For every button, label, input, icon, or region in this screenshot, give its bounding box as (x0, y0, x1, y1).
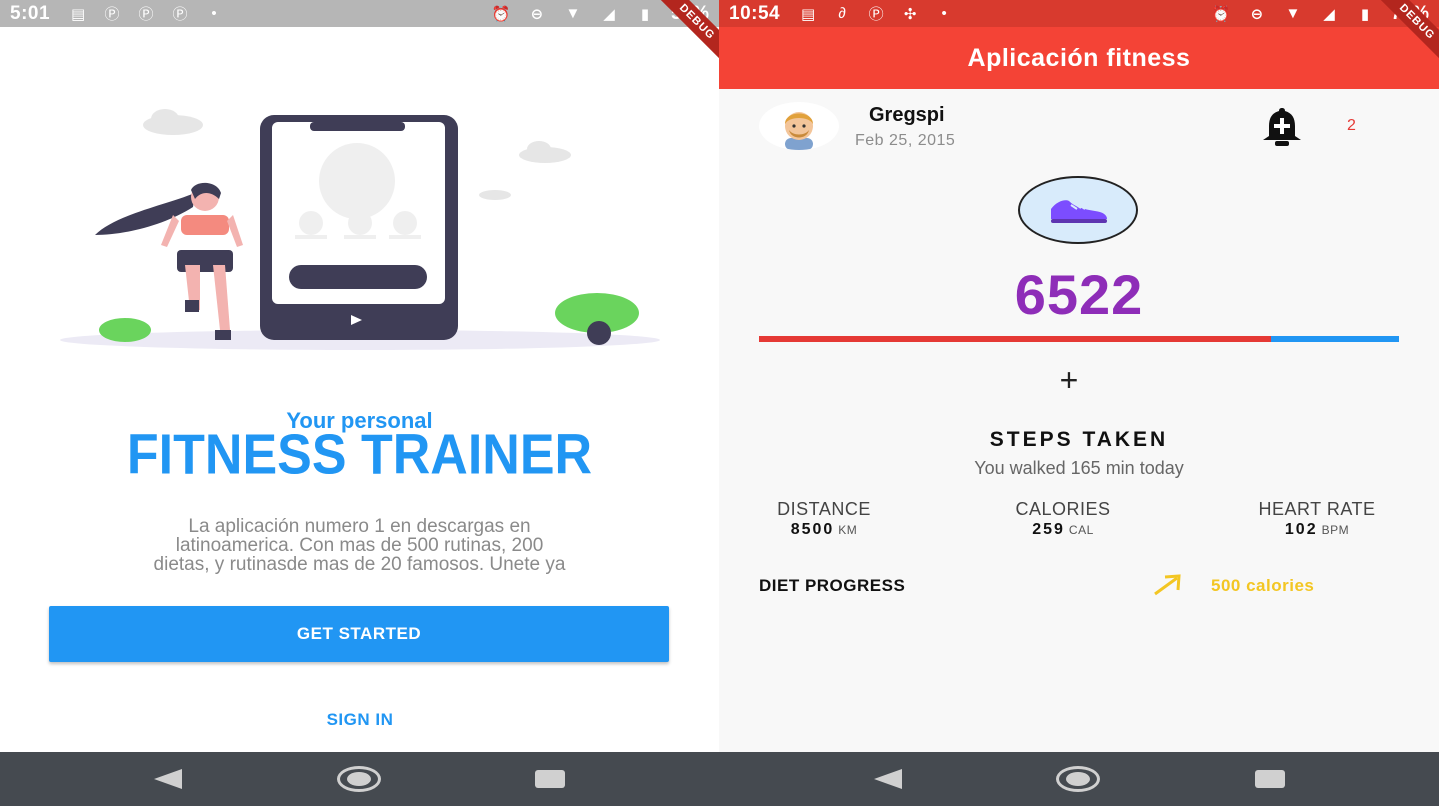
step-progress-bar (759, 336, 1399, 342)
message-icon: ▤ (801, 5, 816, 23)
battery-icon: ▮ (1360, 5, 1370, 23)
avatar[interactable] (759, 102, 839, 150)
diet-progress-value: 500 calories (1211, 576, 1315, 595)
description-line: dietas, y rutinasde mas de 20 famosos. U… (153, 554, 566, 575)
status-bar: 5:01 ▤ Ⓟ Ⓟ Ⓟ • ⏰ ⊖ ▼ ◢ ▮ 55% (0, 0, 719, 27)
fitness-illustration (60, 109, 660, 350)
app-description: La aplicación numero 1 en descargas en l… (50, 517, 669, 574)
stat-unit: KM (838, 523, 858, 537)
signal-icon: ◢ (603, 5, 615, 23)
plus-icon[interactable]: + (1049, 362, 1089, 402)
dot-icon: • (941, 5, 947, 22)
user-date: Feb 25, 2015 (855, 132, 956, 149)
bell-plus-icon[interactable] (1259, 106, 1305, 148)
pinterest-icon: Ⓟ (138, 6, 154, 23)
onboarding-screen: 5:01 ▤ Ⓟ Ⓟ Ⓟ • ⏰ ⊖ ▼ ◢ ▮ 55% DEBUG (0, 0, 719, 806)
sign-in-button[interactable]: SIGN IN (280, 710, 440, 736)
description-line: latinoamerica. Con mas de 500 rutinas, 2… (175, 535, 544, 556)
wifi-icon: ▼ (1285, 5, 1301, 22)
app-icon: ∂ (838, 5, 846, 22)
wifi-icon: ▼ (565, 5, 581, 22)
get-started-button[interactable]: GET STARTED (49, 606, 669, 662)
stat-number: 8500 (790, 521, 835, 538)
stat-label: DISTANCE (777, 499, 871, 519)
alarm-icon: ⏰ (1211, 5, 1231, 23)
battery-icon: ▮ (640, 5, 650, 23)
stat-calories: CALORIES 259 CAL (973, 499, 1153, 539)
step-progress-fill (759, 336, 1271, 342)
stat-value: 102 BPM (1227, 521, 1407, 539)
system-nav-bar (719, 752, 1439, 806)
home-icon[interactable] (1056, 766, 1100, 792)
stat-label: HEART RATE (1258, 499, 1376, 519)
dashboard-screen: 10:54 ▤ ∂ Ⓟ ✣ • ⏰ ⊖ ▼ ◢ ▮ 71% Aplicación… (719, 0, 1439, 806)
step-count: 6522 (1014, 263, 1144, 326)
stat-heart-rate: HEART RATE 102 BPM (1227, 499, 1407, 539)
pinterest-icon: Ⓟ (868, 6, 884, 23)
shoe-icon (1051, 200, 1107, 223)
stat-distance: DISTANCE 8500 KM (734, 499, 914, 539)
notification-count: 2 (1347, 117, 1356, 134)
do-not-disturb-icon: ⊖ (1250, 5, 1264, 23)
stat-unit: BPM (1321, 523, 1350, 537)
recents-icon[interactable] (1254, 770, 1285, 788)
signal-icon: ◢ (1323, 5, 1335, 23)
alarm-icon: ⏰ (491, 5, 511, 23)
app-bar-title: Aplicación fitness (719, 27, 1439, 89)
user-name: Gregspi (869, 104, 945, 126)
dot-icon: • (211, 5, 217, 22)
walked-time-text: You walked 165 min today (974, 458, 1184, 478)
stat-number: 102 (1284, 521, 1318, 538)
stat-unit: CAL (1068, 523, 1094, 537)
back-icon[interactable] (873, 769, 902, 789)
back-icon[interactable] (154, 769, 183, 789)
do-not-disturb-icon: ⊖ (530, 5, 544, 23)
avatar-image (785, 112, 813, 150)
status-time: 10:54 (729, 2, 781, 24)
pinterest-icon: Ⓟ (104, 6, 120, 23)
home-icon[interactable] (336, 766, 381, 792)
recents-icon[interactable] (534, 770, 565, 788)
trending-arrow-icon (1154, 574, 1181, 596)
stat-number: 259 (1032, 521, 1065, 538)
diet-progress-label: DIET PROGRESS (759, 576, 906, 595)
message-icon: ▤ (70, 5, 86, 23)
app-icon: ✣ (903, 5, 917, 23)
stat-label: CALORIES (1015, 499, 1111, 519)
status-time: 5:01 (10, 2, 51, 24)
description-line: La aplicación numero 1 en descargas en (188, 516, 531, 537)
stat-value: 8500 KM (734, 521, 914, 539)
stat-value: 259 CAL (973, 521, 1153, 539)
tagline-title: FITNESS TRAINER (126, 423, 593, 487)
steps-taken-label: STEPS TAKEN (989, 428, 1169, 451)
status-bar: 10:54 ▤ ∂ Ⓟ ✣ • ⏰ ⊖ ▼ ◢ ▮ 71% (719, 0, 1439, 27)
pinterest-icon: Ⓟ (172, 6, 188, 23)
system-nav-bar (0, 752, 719, 806)
shoe-badge (1018, 176, 1138, 244)
